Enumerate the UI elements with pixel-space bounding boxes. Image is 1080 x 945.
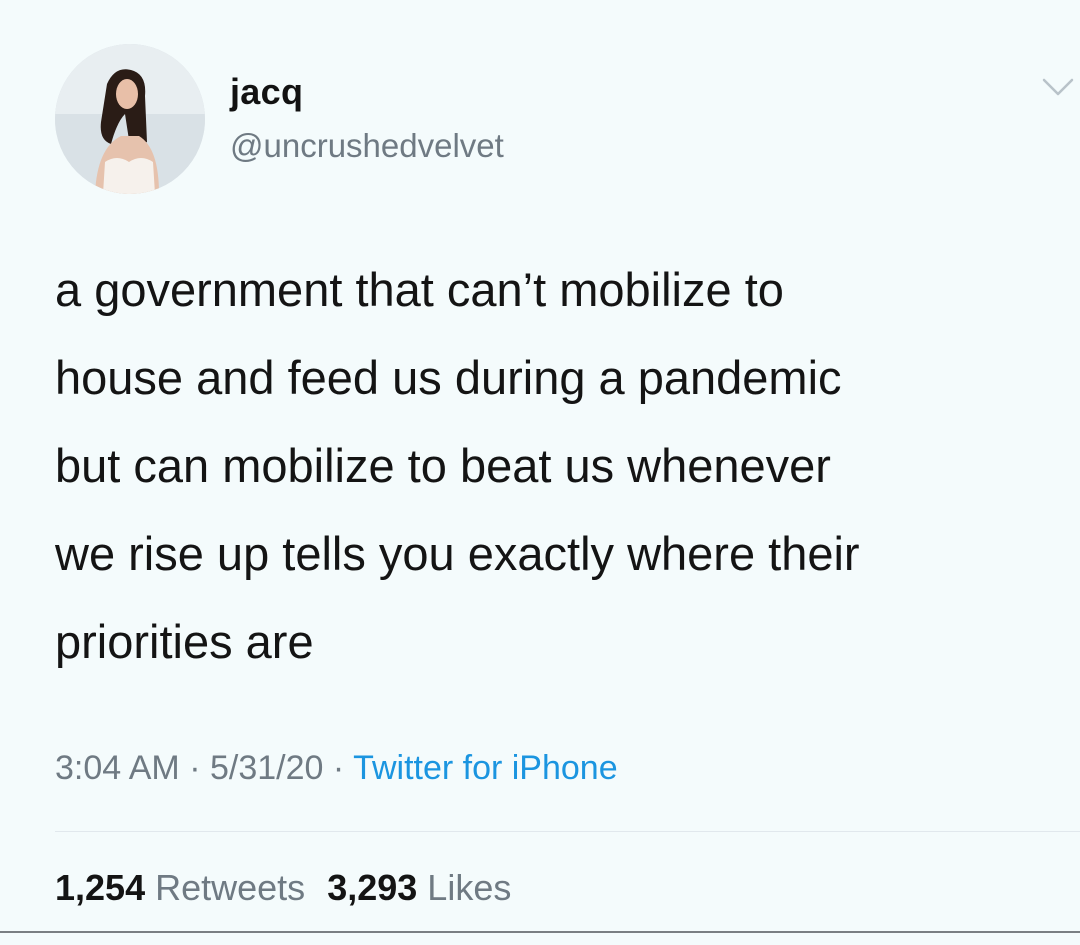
- tweet-source-link[interactable]: Twitter for iPhone: [353, 749, 618, 787]
- divider: [55, 831, 1080, 832]
- user-handle[interactable]: @uncrushedvelvet: [230, 126, 504, 166]
- tweet-metadata: 3:04 AM · 5/31/20 · Twitter for iPhone: [55, 746, 618, 790]
- avatar-image: [55, 44, 205, 194]
- tweet-date[interactable]: 5/31/20: [210, 749, 323, 787]
- retweets-stat[interactable]: 1,254 Retweets: [55, 867, 305, 908]
- tweet-text: a government that can’t mobilize to hous…: [55, 263, 860, 668]
- retweets-label: Retweets: [155, 867, 306, 908]
- likes-label: Likes: [427, 867, 512, 908]
- display-name[interactable]: jacq: [230, 72, 303, 112]
- meta-separator: ·: [189, 749, 201, 787]
- chevron-down-icon[interactable]: [1040, 76, 1076, 100]
- retweets-count: 1,254: [55, 867, 146, 908]
- avatar[interactable]: [55, 44, 205, 194]
- likes-count: 3,293: [327, 867, 418, 908]
- engagement-stats: 1,254 Retweets 3,293 Likes: [55, 866, 511, 910]
- tweet-time[interactable]: 3:04 AM: [55, 749, 180, 787]
- bottom-border: [0, 931, 1080, 933]
- meta-separator: ·: [332, 749, 345, 787]
- likes-stat[interactable]: 3,293 Likes: [327, 867, 511, 908]
- tweet-card: jacq @uncrushedvelvet a government that …: [0, 0, 1080, 945]
